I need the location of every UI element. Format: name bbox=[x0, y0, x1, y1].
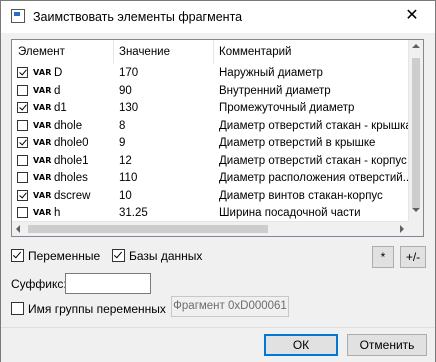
group-name-checkbox[interactable] bbox=[11, 302, 24, 315]
scroll-down-icon[interactable] bbox=[412, 208, 420, 212]
variable-icon: VAR bbox=[33, 68, 52, 77]
databases-label[interactable]: Базы данных bbox=[129, 249, 202, 263]
element-name: dhole bbox=[54, 119, 83, 132]
element-name: dholes bbox=[54, 172, 88, 184]
variable-icon: VAR bbox=[33, 173, 52, 182]
row-checkbox[interactable] bbox=[17, 154, 28, 166]
element-comment: Диаметр отверстий в крышке bbox=[219, 137, 376, 149]
title-bar: Заимствовать элементы фрагмента ✕ bbox=[1, 1, 435, 33]
variable-icon: VAR bbox=[33, 103, 52, 112]
row-checkbox[interactable] bbox=[17, 172, 28, 183]
scroll-right-icon[interactable] bbox=[400, 225, 404, 233]
element-value: 9 bbox=[119, 137, 126, 149]
element-comment: Ширина посадочной части bbox=[219, 207, 361, 219]
scrollbar-corner bbox=[408, 221, 423, 236]
element-value: 31.25 bbox=[119, 207, 148, 219]
table-row[interactable]: VAR dholes 110 Диаметр расположения отверст… bbox=[12, 170, 409, 187]
element-name: d bbox=[54, 84, 61, 97]
element-name: dscrew bbox=[54, 189, 91, 202]
row-checkbox[interactable] bbox=[17, 84, 28, 96]
ok-button[interactable]: ОК bbox=[264, 334, 338, 356]
cancel-button[interactable]: Отменить bbox=[347, 334, 427, 356]
row-checkbox[interactable] bbox=[17, 189, 28, 201]
list-header: Элемент Значение Комментарий bbox=[12, 40, 408, 64]
window-app-icon bbox=[11, 9, 25, 23]
scroll-up-icon[interactable] bbox=[412, 44, 420, 48]
element-comment: Диаметр расположения отверстий... bbox=[219, 172, 409, 184]
elements-list[interactable]: Элемент Значение Комментарий VAR D 170 Нару… bbox=[11, 39, 424, 237]
suffix-label: Суффикс: bbox=[11, 277, 67, 291]
element-comment: Промежуточный диаметр bbox=[219, 102, 355, 114]
fragment-button: Фрагмент 0xD000061 bbox=[171, 296, 289, 317]
table-row[interactable]: VAR d 90 Внутренний диаметр bbox=[12, 83, 408, 100]
close-icon[interactable]: ✕ bbox=[401, 5, 423, 27]
variable-icon: VAR bbox=[33, 190, 52, 200]
variables-label[interactable]: Переменные bbox=[28, 249, 100, 263]
table-row[interactable]: VAR D 170 Наружный диаметр bbox=[12, 65, 408, 82]
variable-icon: VAR bbox=[33, 120, 52, 130]
element-value: 12 bbox=[119, 154, 132, 167]
element-name: D bbox=[54, 67, 63, 79]
table-row[interactable]: VAR d1 130 Промежуточный диаметр bbox=[12, 100, 408, 117]
column-header-element[interactable]: Элемент bbox=[18, 46, 65, 58]
column-header-comment[interactable]: Комментарий bbox=[219, 46, 291, 58]
row-checkbox[interactable] bbox=[17, 102, 28, 113]
scroll-thumb[interactable] bbox=[412, 58, 420, 208]
element-comment: Диаметр отверстий стакан - корпус bbox=[219, 154, 407, 167]
row-checkbox[interactable] bbox=[17, 137, 28, 148]
variable-icon: VAR bbox=[33, 85, 52, 95]
element-value: 170 bbox=[119, 67, 139, 79]
variable-icon: VAR bbox=[33, 155, 52, 165]
column-divider[interactable] bbox=[113, 40, 114, 64]
table-row[interactable]: VAR dhole0 9 Диаметр отверстий в крышке bbox=[12, 135, 408, 152]
element-comment: Внутренний диаметр bbox=[219, 84, 331, 97]
horizontal-scrollbar[interactable] bbox=[12, 221, 408, 236]
group-name-label[interactable]: Имя группы переменных bbox=[28, 302, 166, 316]
table-row[interactable]: VAR h 31.25 Ширина посадочной части bbox=[12, 205, 408, 222]
variables-checkbox[interactable] bbox=[11, 249, 24, 262]
element-value: 130 bbox=[119, 102, 139, 114]
scroll-left-icon[interactable] bbox=[16, 225, 20, 233]
plus-minus-button[interactable]: +/- bbox=[400, 246, 426, 268]
table-row[interactable]: VAR dhole1 12 Диаметр отверстий стакан - ко… bbox=[12, 153, 408, 170]
window-title: Заимствовать элементы фрагмента bbox=[33, 10, 243, 24]
element-comment: Наружный диаметр bbox=[219, 67, 323, 79]
element-value: 110 bbox=[119, 172, 138, 184]
column-divider[interactable] bbox=[213, 40, 214, 64]
element-comment: Диаметр винтов стакан-корпус bbox=[219, 189, 383, 202]
dialog-footer: ОК Отменить bbox=[1, 327, 435, 362]
borrow-elements-dialog: Заимствовать элементы фрагмента ✕ Элемен… bbox=[0, 0, 436, 362]
scroll-thumb[interactable] bbox=[28, 225, 268, 233]
row-checkbox[interactable] bbox=[17, 119, 28, 131]
element-name: dhole0 bbox=[54, 137, 89, 149]
element-name: h bbox=[54, 207, 61, 219]
element-value: 8 bbox=[119, 119, 126, 132]
element-comment: Диаметр отверстий стакан - крышка bbox=[219, 119, 409, 132]
vertical-scrollbar[interactable] bbox=[408, 40, 423, 236]
databases-checkbox[interactable] bbox=[112, 249, 125, 262]
element-name: d1 bbox=[54, 102, 67, 114]
variable-icon: VAR bbox=[33, 208, 52, 217]
row-checkbox[interactable] bbox=[17, 67, 28, 78]
element-value: 90 bbox=[119, 84, 132, 97]
element-value: 10 bbox=[119, 189, 132, 202]
suffix-input[interactable] bbox=[65, 273, 151, 294]
variable-icon: VAR bbox=[33, 138, 52, 147]
star-button[interactable]: * bbox=[372, 246, 394, 268]
column-header-value[interactable]: Значение bbox=[119, 46, 170, 58]
table-row[interactable]: VAR dhole 8 Диаметр отверстий стакан - крыш… bbox=[12, 118, 409, 135]
row-checkbox[interactable] bbox=[17, 207, 28, 218]
element-name: dhole1 bbox=[54, 154, 89, 167]
table-row[interactable]: VAR dscrew 10 Диаметр винтов стакан-корпус bbox=[12, 188, 408, 205]
